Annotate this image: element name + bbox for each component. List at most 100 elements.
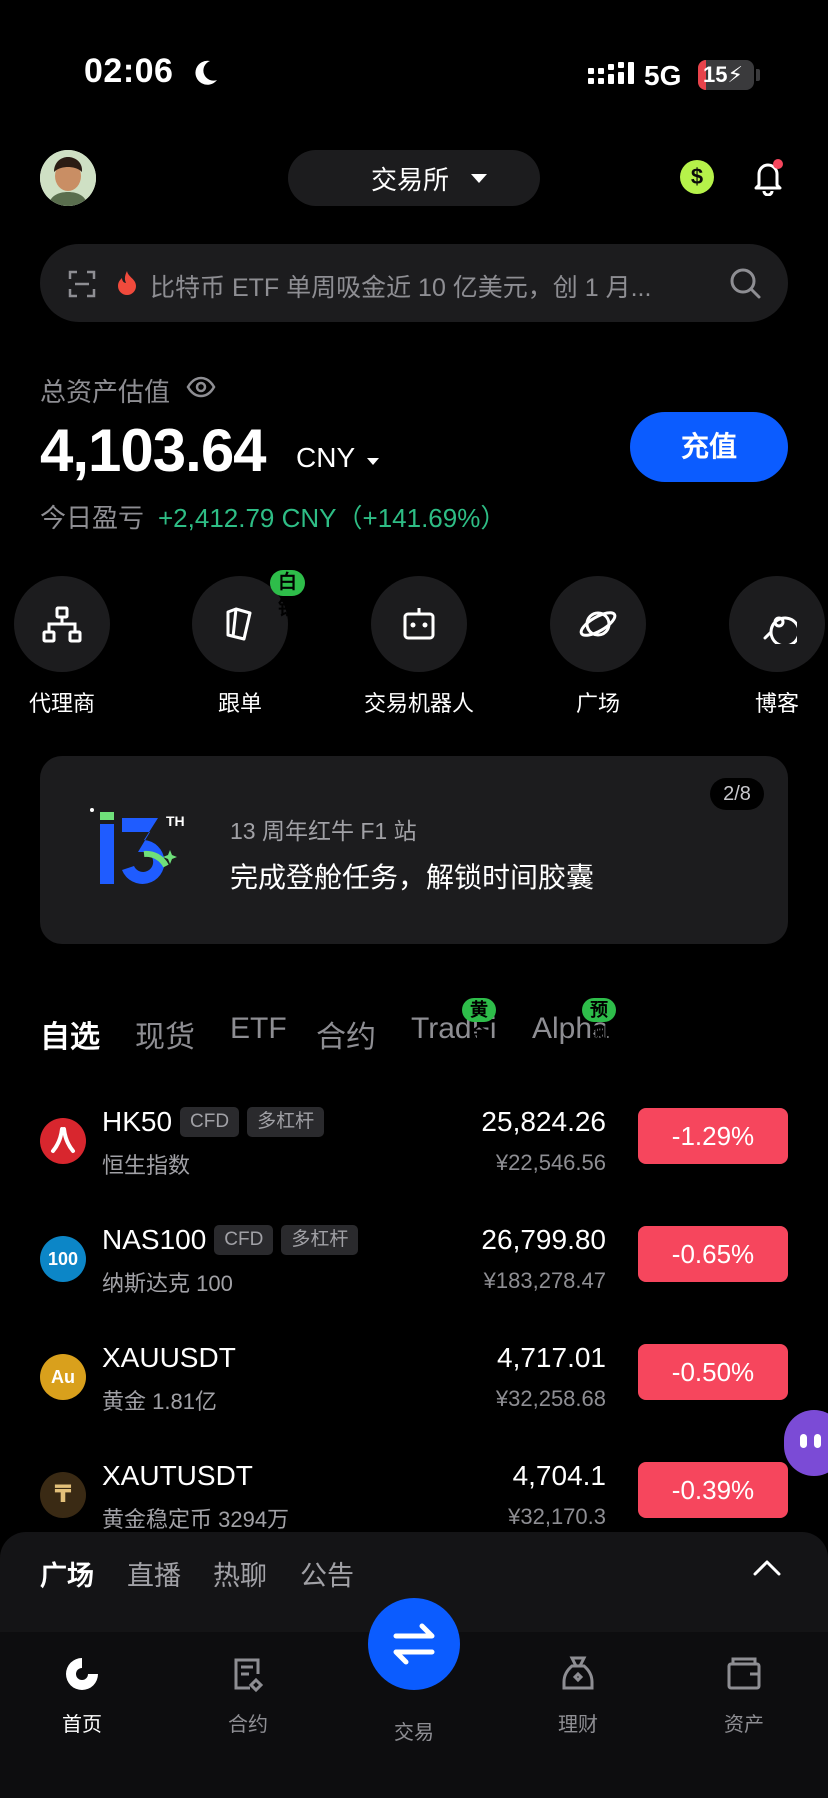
market-row[interactable]: Au XAUUSDT 黄金 1.81亿 4,717.01 ¥32,258.68 … bbox=[0, 1334, 828, 1434]
market-price: 4,704.1 bbox=[512, 1460, 606, 1491]
eye-icon[interactable] bbox=[186, 375, 216, 399]
blog-button[interactable] bbox=[729, 576, 825, 672]
prediction-badge: 预测 bbox=[582, 998, 616, 1044]
market-row[interactable]: 100 NAS100 CFD 多杠杆 纳斯达克 100 26,799.80 ¥183… bbox=[0, 1216, 828, 1316]
gold-coin-icon: Au bbox=[40, 1354, 86, 1400]
anniversary-logo-sup: TH bbox=[166, 813, 185, 829]
nav-home[interactable]: 首页 bbox=[32, 1654, 132, 1737]
blog-icon bbox=[763, 616, 797, 644]
banner-subtitle: 13 周年红牛 F1 站 bbox=[230, 818, 417, 844]
tab-etf[interactable]: ETF bbox=[230, 1012, 287, 1046]
pnl-label: 今日盈亏 bbox=[40, 503, 145, 533]
chevron-down-icon bbox=[471, 173, 487, 183]
tab-futures[interactable]: 合约 bbox=[316, 1012, 376, 1056]
market-name: 纳斯达克 100 bbox=[102, 1271, 233, 1296]
money-bag-icon bbox=[562, 1656, 594, 1690]
tether-gold-icon: ₸ bbox=[40, 1472, 86, 1518]
market-symbol: XAUUSDT bbox=[102, 1342, 236, 1373]
quick-action-label: 代理商 bbox=[28, 691, 95, 716]
banner-title: 完成登舱任务，解锁时间胶囊 bbox=[230, 862, 595, 893]
market-tag: CFD bbox=[214, 1225, 274, 1255]
change-badge[interactable]: -0.50% bbox=[638, 1344, 788, 1400]
tab-announcements[interactable]: 公告 bbox=[300, 1554, 354, 1593]
market-price: 25,824.26 bbox=[481, 1106, 606, 1137]
chevron-down-icon[interactable] bbox=[367, 458, 379, 465]
trading-bot-button[interactable] bbox=[371, 576, 467, 672]
nav-label: 合约 bbox=[228, 1714, 268, 1736]
quick-action-agent[interactable]: 代理商 bbox=[0, 576, 142, 718]
battery-tip bbox=[756, 69, 760, 81]
square-button[interactable] bbox=[550, 576, 646, 672]
change-badge[interactable]: -0.65% bbox=[638, 1226, 788, 1282]
hierarchy-icon bbox=[42, 606, 82, 643]
market-row[interactable]: HK50 CFD 多杠杆 恒生指数 25,824.26 ¥22,546.56 -1.… bbox=[0, 1098, 828, 1198]
promo-banner[interactable]: TH 13 周年红牛 F1 站 完成登舱任务，解锁时间胶囊 2/8 bbox=[40, 756, 788, 944]
banner-page-indicator: 2/8 bbox=[710, 778, 764, 810]
swap-icon bbox=[393, 1623, 435, 1665]
quick-action-blog[interactable]: 博客 bbox=[697, 576, 828, 718]
tab-live[interactable]: 直播 bbox=[127, 1554, 181, 1593]
market-price: 4,717.01 bbox=[497, 1342, 606, 1373]
chevron-up-icon[interactable] bbox=[752, 1556, 782, 1578]
tab-hot-chat[interactable]: 热聊 bbox=[213, 1554, 267, 1593]
trade-button[interactable] bbox=[368, 1598, 460, 1690]
nav-futures[interactable]: 合约 bbox=[198, 1654, 298, 1737]
avatar-image bbox=[40, 150, 96, 206]
bot-eye bbox=[814, 1434, 821, 1448]
quick-action-square[interactable]: 广场 bbox=[518, 576, 678, 718]
quick-action-label: 广场 bbox=[575, 691, 620, 716]
nas100-icon: 100 bbox=[40, 1236, 86, 1282]
avatar[interactable] bbox=[40, 150, 96, 206]
hk50-icon bbox=[40, 1118, 86, 1164]
deposit-button[interactable]: 充值 bbox=[630, 412, 788, 482]
bot-eye bbox=[800, 1434, 807, 1448]
anniversary-logo: TH bbox=[90, 808, 185, 884]
market-tag: 多杠杆 bbox=[281, 1225, 359, 1255]
market-symbol: XAUTUSDT bbox=[102, 1460, 253, 1491]
nav-label: 理财 bbox=[558, 1714, 598, 1736]
copytrade-button[interactable]: 白银 bbox=[192, 570, 306, 672]
nav-label: 首页 bbox=[62, 1714, 102, 1736]
market-symbol: HK50 CFD 多杠杆 bbox=[102, 1106, 325, 1138]
news-search-bar[interactable]: 比特币 ETF 单周吸金近 10 亿美元，创 1 月... bbox=[40, 244, 788, 322]
tab-spot[interactable]: 现货 bbox=[135, 1012, 195, 1056]
network-type: 5G bbox=[644, 60, 682, 91]
market-symbol: NAS100 CFD 多杠杆 bbox=[102, 1224, 359, 1256]
tab-favorites[interactable]: 自选 bbox=[40, 1012, 100, 1056]
market-name: 黄金 1.81亿 bbox=[102, 1389, 217, 1414]
market-price: 26,799.80 bbox=[481, 1224, 606, 1255]
market-price-cny: ¥32,258.68 bbox=[495, 1386, 606, 1411]
change-badge[interactable]: -0.39% bbox=[638, 1462, 788, 1518]
quick-action-copytrade[interactable]: 白银 跟单 bbox=[160, 570, 320, 718]
silver-badge: 白银 bbox=[270, 570, 306, 619]
planet-icon bbox=[579, 611, 617, 637]
quick-action-label: 博客 bbox=[754, 691, 799, 716]
scan-icon[interactable] bbox=[68, 270, 96, 298]
agent-button[interactable] bbox=[14, 576, 110, 672]
signal-icon bbox=[588, 62, 634, 84]
assets-label: 总资产估值 bbox=[40, 377, 171, 407]
quick-action-bot[interactable]: 交易机器人 bbox=[339, 576, 499, 718]
exchange-label: 交易所 bbox=[370, 164, 449, 195]
nav-earn[interactable]: 理财 bbox=[528, 1654, 628, 1737]
nav-assets[interactable]: 资产 bbox=[694, 1654, 794, 1737]
search-icon[interactable] bbox=[728, 266, 762, 300]
home-icon bbox=[66, 1658, 98, 1690]
tab-square[interactable]: 广场 bbox=[40, 1554, 94, 1593]
market-name: 黄金稳定币 3294万 bbox=[102, 1507, 290, 1532]
battery-level: 15⚡ bbox=[703, 62, 743, 87]
change-badge[interactable]: -1.29% bbox=[638, 1108, 788, 1164]
moon-icon bbox=[195, 60, 217, 85]
gold-badge: 黄金 bbox=[462, 998, 496, 1044]
market-name: 恒生指数 bbox=[102, 1153, 191, 1178]
total-balance: 4,103.64 bbox=[40, 417, 267, 484]
exchange-switch[interactable]: 交易所 bbox=[288, 150, 540, 206]
currency-selector[interactable]: CNY bbox=[296, 442, 355, 474]
cards-icon bbox=[226, 607, 252, 641]
news-ticker-text: 比特币 ETF 单周吸金近 10 亿美元，创 1 月... bbox=[150, 274, 652, 302]
market-tag: 多杠杆 bbox=[247, 1107, 325, 1137]
market-price-cny: ¥32,170.3 bbox=[508, 1504, 606, 1529]
market-price-cny: ¥183,278.47 bbox=[483, 1268, 606, 1293]
bell-icon[interactable] bbox=[750, 158, 786, 196]
dollar-icon[interactable]: $ bbox=[680, 160, 714, 194]
